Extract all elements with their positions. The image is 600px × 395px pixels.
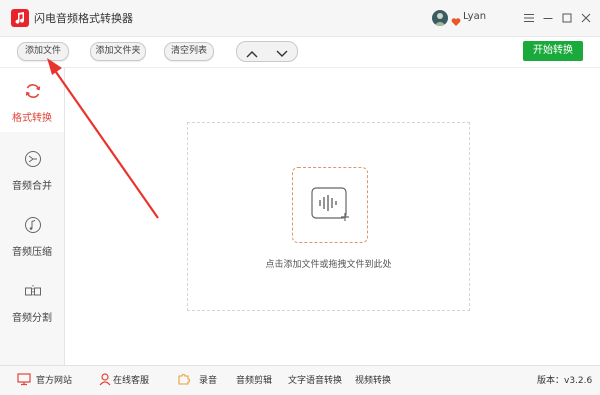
close-icon[interactable]: [579, 10, 593, 24]
speech-to-text-link[interactable]: 文字语音转换: [288, 373, 342, 386]
move-down-icon[interactable]: [275, 45, 289, 57]
vip-heart-icon: [451, 12, 461, 31]
start-convert-button[interactable]: 开始转换: [523, 41, 583, 61]
version-label: 版本：v3.2.6: [537, 376, 593, 386]
audio-edit-link[interactable]: 音频剪辑: [236, 373, 272, 386]
drop-hint: 点击添加文件或拖拽文件到此处: [265, 260, 392, 270]
sidebar-item-label: 音频压缩: [12, 247, 52, 258]
move-up-icon[interactable]: [245, 45, 259, 58]
video-convert-link[interactable]: 视频转换: [355, 373, 391, 386]
audio-file-add-icon: [311, 187, 349, 221]
merge-icon: [24, 150, 42, 168]
official-site-link[interactable]: 官方网站: [36, 373, 72, 386]
sidebar-item-audio-merge[interactable]: 音频合并: [0, 136, 64, 200]
title-bar: 闪电音频格式转换器 Lyan: [0, 0, 600, 37]
sidebar-item-format-convert[interactable]: 格式转换: [0, 68, 64, 132]
sidebar-item-audio-compress[interactable]: 音频压缩: [0, 202, 64, 266]
monitor-icon: [17, 371, 31, 386]
online-support-link[interactable]: 在线客服: [113, 373, 149, 386]
record-link[interactable]: 录音: [199, 373, 217, 386]
username[interactable]: Lyan: [463, 11, 486, 22]
sidebar-item-audio-split[interactable]: 音频分割: [0, 268, 64, 332]
add-folder-button[interactable]: 添加文件夹: [90, 42, 146, 61]
puzzle-icon: [177, 371, 191, 385]
sidebar-item-label: 音频分割: [12, 313, 52, 324]
support-person-icon: [98, 371, 112, 386]
split-icon: [24, 282, 42, 300]
toolbar: 添加文件 添加文件夹 清空列表 开始转换: [0, 37, 600, 68]
sidebar-item-label: 音频合并: [12, 181, 52, 192]
add-file-button[interactable]: 添加文件: [17, 42, 69, 61]
compress-icon: [24, 216, 42, 234]
app-title: 闪电音频格式转换器: [34, 12, 133, 25]
sidebar: 格式转换 音频合并 音频压缩 音频分割: [0, 68, 65, 365]
minimize-icon[interactable]: [541, 10, 555, 24]
add-audio-button[interactable]: [292, 167, 368, 243]
clear-list-button[interactable]: 清空列表: [164, 42, 214, 61]
maximize-icon[interactable]: [560, 10, 574, 24]
refresh-icon: [24, 82, 42, 100]
avatar[interactable]: [432, 10, 448, 26]
app-logo-icon: [11, 9, 29, 27]
move-buttons: [236, 41, 298, 62]
menu-icon[interactable]: [522, 10, 536, 24]
drop-zone[interactable]: 点击添加文件或拖拽文件到此处: [187, 122, 470, 311]
status-bar: 官方网站 在线客服 录音 音频剪辑 文字语音转换 视频转换 版本：v3.2.6: [0, 365, 600, 395]
sidebar-item-label: 格式转换: [12, 113, 52, 124]
